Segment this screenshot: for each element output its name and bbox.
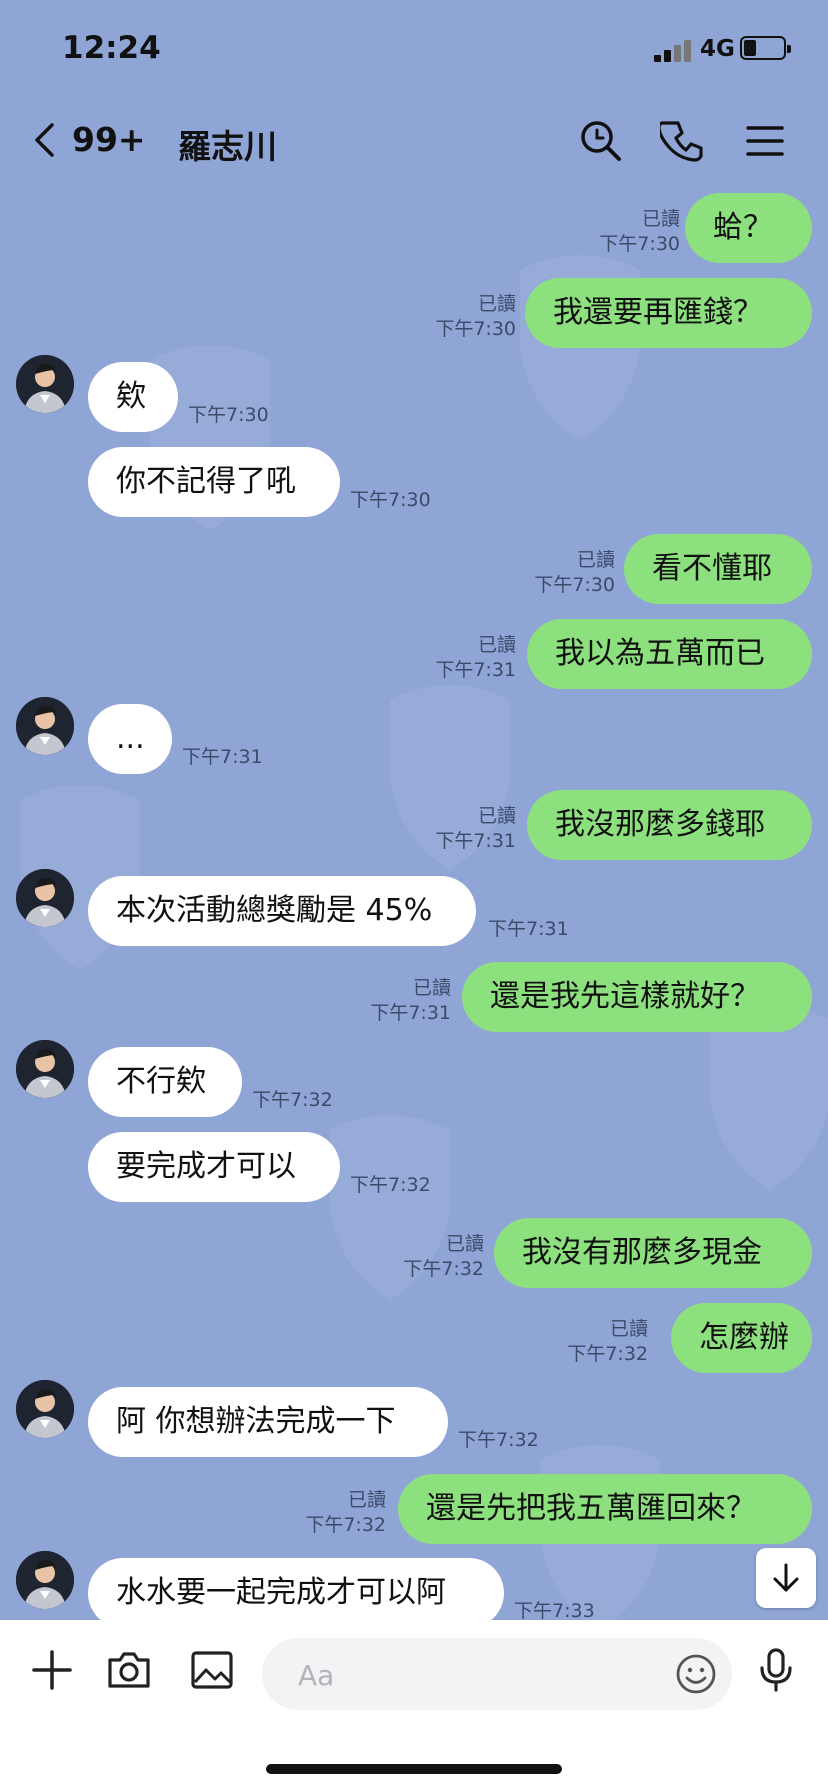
message-input-container: [262, 1638, 732, 1710]
read-receipt: 已讀: [347, 1489, 386, 1511]
message-time: 下午7:31: [435, 830, 516, 852]
arrow-down-icon: [773, 1563, 799, 1592]
incoming-message[interactable]: ...: [88, 704, 172, 774]
message-time: 下午7:32: [458, 1429, 539, 1451]
avatar[interactable]: [16, 697, 74, 755]
incoming-message[interactable]: 欸: [88, 362, 178, 432]
call-button[interactable]: [660, 118, 706, 164]
message-time: 下午7:30: [599, 233, 680, 255]
avatar[interactable]: [16, 1040, 74, 1098]
outgoing-message[interactable]: 我沒那麼多錢耶: [527, 790, 812, 860]
avatar[interactable]: [16, 355, 74, 413]
microphone-icon: [760, 1648, 792, 1692]
plus-icon: [32, 1650, 72, 1690]
read-receipt: 已讀: [641, 208, 680, 230]
contact-photo: [16, 697, 74, 755]
status-bar: 12:24 4G: [0, 0, 828, 100]
emoji-button[interactable]: [674, 1652, 718, 1696]
menu-icon: [746, 126, 784, 156]
battery-icon: [740, 36, 791, 60]
message-time: 下午7:30: [350, 489, 431, 511]
message-time: 下午7:33: [514, 1600, 595, 1622]
contact-photo: [16, 1551, 74, 1609]
outgoing-message[interactable]: 我沒有那麼多現金: [494, 1218, 812, 1288]
contact-photo: [16, 1040, 74, 1098]
message-time: 下午7:32: [403, 1258, 484, 1280]
contact-photo: [16, 355, 74, 413]
chat-title: 羅志川: [178, 127, 277, 166]
message-time: 下午7:32: [350, 1174, 431, 1196]
outgoing-message[interactable]: 我以為五萬而已: [527, 619, 812, 689]
incoming-message[interactable]: 阿 你想辦法完成一下: [88, 1387, 448, 1457]
photo-button[interactable]: [188, 1646, 236, 1694]
avatar[interactable]: [16, 1380, 74, 1438]
message-time: 下午7:32: [252, 1089, 333, 1111]
image-icon: [191, 1651, 233, 1689]
outgoing-message[interactable]: 還是我先這樣就好？: [462, 962, 812, 1032]
camera-icon: [108, 1652, 150, 1688]
message-time: 下午7:31: [182, 746, 263, 768]
voice-button[interactable]: [752, 1646, 800, 1694]
outgoing-message[interactable]: 怎麼辦: [671, 1303, 812, 1373]
incoming-message[interactable]: 水水要一起完成才可以阿: [88, 1558, 504, 1628]
contact-photo: [16, 1380, 74, 1438]
message-time: 下午7:30: [435, 318, 516, 340]
read-receipt: 已讀: [412, 977, 451, 999]
message-time: 下午7:31: [370, 1002, 451, 1024]
message-time: 下午7:31: [435, 659, 516, 681]
smiley-icon: [676, 1654, 716, 1694]
network-label: 4G: [700, 36, 735, 62]
read-receipt: 已讀: [477, 293, 516, 315]
outgoing-message[interactable]: 蛤？: [685, 193, 812, 263]
phone-icon: [660, 121, 703, 162]
message-time: 下午7:32: [305, 1514, 386, 1536]
message-time: 下午7:30: [534, 574, 615, 596]
home-indicator: [266, 1764, 562, 1774]
camera-button[interactable]: [105, 1646, 153, 1694]
read-receipt: 已讀: [445, 1233, 484, 1255]
status-time: 12:24: [62, 30, 161, 66]
incoming-message[interactable]: 不行欸: [88, 1047, 242, 1117]
signal-icon: [654, 38, 696, 62]
avatar[interactable]: [16, 869, 74, 927]
outgoing-message[interactable]: 還是先把我五萬匯回來？: [398, 1474, 812, 1544]
message-time: 下午7:30: [188, 404, 269, 426]
search-icon: [581, 121, 621, 161]
chat-header: 99+ 羅志川: [0, 100, 828, 182]
incoming-message[interactable]: 要完成才可以: [88, 1132, 340, 1202]
read-receipt: 已讀: [576, 549, 615, 571]
outgoing-message[interactable]: 我還要再匯錢？: [525, 278, 812, 348]
contact-photo: [16, 869, 74, 927]
scroll-to-bottom-button[interactable]: [756, 1548, 816, 1608]
search-button[interactable]: [578, 118, 624, 164]
incoming-message[interactable]: 你不記得了吼: [88, 447, 340, 517]
avatar[interactable]: [16, 1551, 74, 1609]
back-button[interactable]: 99+: [32, 116, 146, 162]
outgoing-message[interactable]: 看不懂耶: [624, 534, 812, 604]
unread-count: 99+: [72, 120, 146, 159]
read-receipt: 已讀: [609, 1318, 648, 1340]
incoming-message[interactable]: 本次活動總獎勵是 45%: [88, 876, 476, 946]
chevron-left-icon: [35, 123, 54, 157]
message-time: 下午7:32: [567, 1343, 648, 1365]
read-receipt: 已讀: [477, 805, 516, 827]
add-button[interactable]: [28, 1646, 76, 1694]
message-composer: [0, 1620, 828, 1792]
message-time: 下午7:31: [488, 918, 569, 940]
message-input[interactable]: [296, 1652, 640, 1698]
menu-button[interactable]: [742, 118, 788, 164]
read-receipt: 已讀: [477, 634, 516, 656]
